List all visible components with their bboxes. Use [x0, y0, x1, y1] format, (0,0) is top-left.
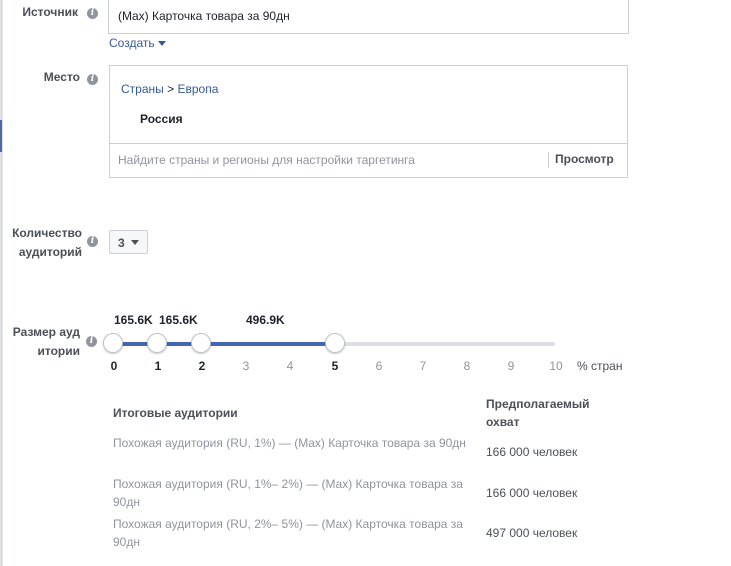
breadcrumb-countries[interactable]: Страны	[121, 82, 164, 96]
slider-unit: % стран	[577, 359, 623, 373]
slider-tick: 5	[331, 359, 339, 373]
create-link-label: Создать	[109, 36, 155, 50]
result-audience-reach: 166 000 человек	[486, 445, 578, 459]
results-header-reach: Предполагаемый охват	[486, 397, 590, 429]
create-link[interactable]: Создать	[109, 36, 166, 50]
slider-handle[interactable]	[103, 333, 123, 353]
chevron-down-icon	[131, 240, 139, 245]
source-input[interactable]: (Max) Карточка товара за 90дн	[108, 0, 629, 34]
source-label: Источник	[22, 5, 78, 19]
slider-tick: 3	[242, 359, 250, 373]
result-audience-name: Похожая аудитория (RU, 1%– 2%) — (Max) К…	[113, 477, 463, 509]
slider-tick: 6	[375, 359, 383, 373]
slider-tick: 1	[154, 359, 162, 373]
chevron-down-icon	[157, 41, 166, 46]
result-audience-name: Похожая аудитория (RU, 2%– 5%) — (Max) К…	[113, 517, 463, 549]
slider-handle[interactable]	[325, 333, 345, 353]
handle-value: 165.6K	[114, 313, 153, 327]
audience-size-label: Размер аудитории	[12, 325, 80, 358]
handle-value: 496.9K	[246, 313, 285, 327]
slider-tick: 2	[198, 359, 206, 373]
browse-button[interactable]: Просмотр	[555, 152, 614, 166]
selected-location[interactable]: Россия	[140, 112, 183, 126]
slider-handle[interactable]	[191, 333, 211, 353]
slider-tick: 4	[286, 359, 294, 373]
result-audience-name: Похожая аудитория (RU, 1%) — (Max) Карто…	[113, 436, 466, 450]
audience-count-label: Количество аудиторий	[12, 226, 82, 259]
info-icon[interactable]: i	[87, 236, 98, 247]
left-panel-marker	[0, 120, 2, 152]
info-icon[interactable]: i	[87, 74, 98, 85]
divider	[110, 143, 627, 144]
location-selector: Страны > Европа Россия Найдите страны и …	[109, 65, 628, 178]
divider	[548, 152, 549, 168]
audience-count-value: 3	[118, 236, 125, 250]
info-icon[interactable]: i	[87, 8, 98, 19]
audience-count-select[interactable]: 3	[109, 230, 148, 254]
info-icon[interactable]: i	[86, 336, 97, 347]
breadcrumb-separator: >	[167, 82, 175, 96]
breadcrumb: Страны > Европа	[121, 82, 218, 96]
results-header-audiences: Итоговые аудитории	[113, 406, 238, 420]
slider-tick: 0	[110, 359, 118, 373]
location-search-input[interactable]: Найдите страны и регионы для настройки т…	[118, 153, 415, 167]
slider-tick: 8	[463, 359, 471, 373]
handle-value: 165.6K	[159, 313, 198, 327]
result-audience-reach: 166 000 человек	[486, 486, 578, 500]
slider-handle[interactable]	[147, 333, 167, 353]
slider-tick: 9	[507, 359, 515, 373]
slider-tick: 7	[419, 359, 427, 373]
result-audience-reach: 497 000 человек	[486, 526, 578, 540]
breadcrumb-europe[interactable]: Европа	[177, 82, 218, 96]
slider-tick: 10	[549, 359, 563, 373]
place-label: Место	[43, 70, 80, 84]
